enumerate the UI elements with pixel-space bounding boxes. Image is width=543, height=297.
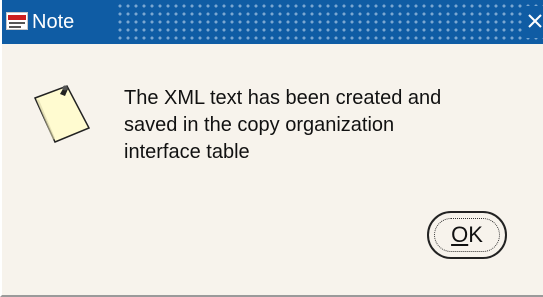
window-title: Note [32, 11, 75, 33]
dialog-message: The XML text has been created and saved … [124, 87, 442, 163]
oracle-logo-icon[interactable] [6, 12, 28, 30]
ok-label-rest: K [468, 222, 483, 247]
close-icon[interactable] [525, 6, 543, 38]
note-dialog-window: Note The XML text has been created and s… [0, 0, 543, 297]
ok-button-label: OK [429, 222, 505, 248]
ok-mnemonic: O [451, 222, 469, 247]
title-bar[interactable]: Note [2, 0, 543, 44]
ok-button[interactable]: OK [427, 211, 507, 259]
note-icon [32, 82, 92, 146]
